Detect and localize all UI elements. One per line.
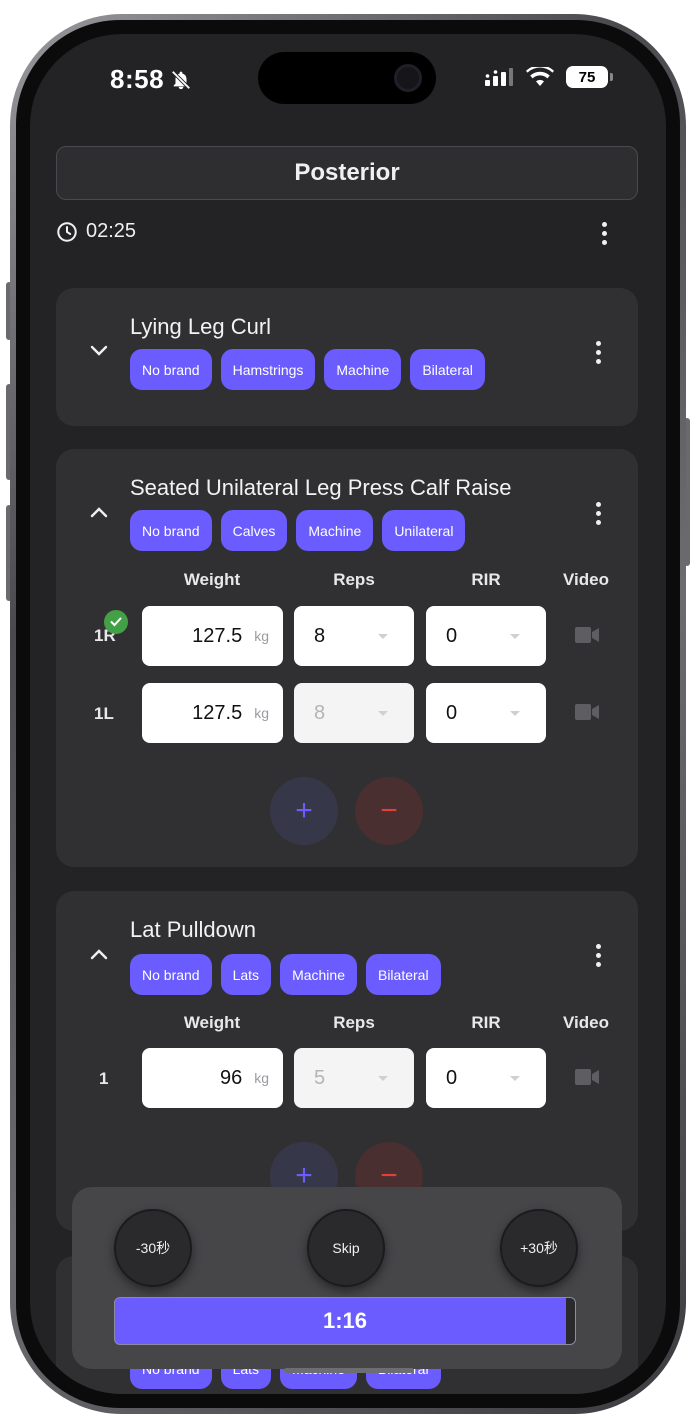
column-rir: RIR	[471, 570, 501, 589]
wifi-icon	[526, 67, 554, 86]
add-set-button[interactable]: +	[270, 777, 338, 845]
tag-list: No brand Hamstrings Machine Bilateral	[130, 349, 485, 390]
tag-brand[interactable]: No brand	[130, 954, 212, 995]
battery-icon: 75	[566, 66, 613, 88]
rir-value: 0	[446, 1066, 458, 1089]
chevron-up-icon[interactable]	[90, 948, 108, 960]
column-video: Video	[563, 1013, 609, 1032]
caret-down-icon	[378, 633, 388, 639]
status-time: 8:58	[110, 64, 192, 95]
weight-input[interactable]: 127.5 kg	[142, 683, 283, 743]
rest-time-remaining: 1:16	[322, 1308, 368, 1333]
column-weight: Weight	[183, 570, 241, 589]
exercise-name: Seated Unilateral Leg Press Calf Raise	[130, 475, 512, 500]
skip-rest-button[interactable]: Skip	[307, 1209, 385, 1287]
elapsed-timer: 02:25	[56, 220, 136, 243]
tag-equipment[interactable]: Machine	[324, 349, 402, 390]
weight-unit: kg	[254, 628, 269, 644]
workout-title[interactable]: Posterior	[56, 146, 638, 200]
rir-select[interactable]: 0	[426, 606, 546, 666]
more-vert-icon[interactable]	[588, 502, 608, 525]
tag-list: No brand Calves Machine Unilateral	[130, 510, 466, 551]
reps-value: 8	[314, 624, 326, 647]
reps-value: 8	[314, 701, 326, 724]
reps-value: 5	[314, 1066, 326, 1089]
caret-down-icon	[510, 710, 520, 716]
weight-unit: kg	[254, 1070, 269, 1086]
remove-set-button[interactable]: −	[355, 777, 423, 845]
tag-laterality[interactable]: Bilateral	[365, 954, 441, 995]
chevron-down-icon[interactable]	[90, 345, 108, 357]
check-icon	[104, 610, 128, 634]
exercise-name: Lat Pulldown	[130, 917, 256, 942]
weight-input[interactable]: 96 kg	[142, 1048, 283, 1108]
bell-slash-icon	[171, 69, 191, 90]
video-camera-icon[interactable]	[575, 1068, 599, 1086]
video-camera-icon[interactable]	[575, 626, 599, 644]
weight-value: 127.5	[192, 701, 243, 724]
tag-laterality[interactable]: Unilateral	[382, 510, 466, 551]
rir-select[interactable]: 0	[426, 1048, 546, 1108]
tag-equipment[interactable]: Machine	[280, 954, 357, 995]
clock-icon	[57, 221, 77, 242]
caret-down-icon	[378, 1075, 388, 1081]
column-reps: Reps	[333, 1013, 375, 1032]
exercise-name: Lying Leg Curl	[130, 314, 272, 339]
elapsed-time: 02:25	[86, 220, 137, 242]
tag-laterality[interactable]: Bilateral	[410, 349, 485, 390]
column-rir: RIR	[471, 1013, 501, 1032]
weight-value: 96	[219, 1066, 243, 1089]
battery-level: 75	[578, 68, 596, 86]
reps-select[interactable]: 5	[294, 1048, 414, 1108]
workout-title-text: Posterior	[294, 159, 400, 186]
more-vert-icon[interactable]	[588, 944, 608, 967]
rir-value: 0	[446, 701, 458, 724]
chevron-up-icon[interactable]	[90, 506, 108, 518]
rest-progress-bar: 1:16	[114, 1297, 576, 1345]
reps-select[interactable]: 8	[294, 683, 414, 743]
weight-value: 127.5	[192, 624, 243, 647]
exercise-card-lat-pulldown: Lat Pulldown No brand Lats Machine Bilat…	[56, 891, 638, 1231]
weight-unit: kg	[254, 705, 269, 721]
minus-30-button[interactable]: -30秒	[114, 1209, 192, 1287]
video-camera-icon[interactable]	[575, 703, 599, 721]
more-vert-icon[interactable]	[588, 341, 608, 364]
status-icons: 75	[484, 66, 613, 88]
tag-equipment[interactable]: Machine	[296, 510, 374, 551]
caret-down-icon	[510, 633, 520, 639]
tag-muscle[interactable]: Lats	[220, 954, 272, 995]
clock-text: 8:58	[110, 64, 165, 94]
dynamic-island	[258, 52, 436, 104]
tag-list: No brand Lats Machine Bilateral	[130, 954, 441, 995]
column-reps: Reps	[333, 570, 375, 589]
set-label: 1L	[94, 704, 114, 723]
app-screen: 8:58 75 Posterior 02:25 Lying Leg Curl N…	[30, 34, 666, 1394]
tag-brand[interactable]: No brand	[130, 510, 212, 551]
home-indicator	[284, 1368, 414, 1373]
weight-input[interactable]: 127.5 kg	[142, 606, 283, 666]
signal-icon	[485, 68, 513, 86]
column-video: Video	[563, 570, 609, 589]
exercise-card-lying-leg-curl: Lying Leg Curl No brand Hamstrings Machi…	[56, 288, 638, 426]
caret-down-icon	[378, 710, 388, 716]
rest-timer-panel: -30秒 Skip +30秒 1:16	[72, 1187, 622, 1369]
column-weight: Weight	[183, 1013, 241, 1032]
caret-down-icon	[510, 1075, 520, 1081]
camera-icon	[394, 64, 422, 92]
set-label: 1	[99, 1069, 109, 1088]
plus-30-button[interactable]: +30秒	[500, 1209, 578, 1287]
reps-select[interactable]: 8	[294, 606, 414, 666]
more-vert-icon[interactable]	[594, 222, 614, 245]
tag-muscle[interactable]: Calves	[220, 510, 288, 551]
rir-select[interactable]: 0	[426, 683, 546, 743]
tag-muscle[interactable]: Hamstrings	[220, 349, 316, 390]
rir-value: 0	[446, 624, 458, 647]
tag-brand[interactable]: No brand	[130, 349, 212, 390]
exercise-card-calf-raise: Seated Unilateral Leg Press Calf Raise N…	[56, 449, 638, 867]
